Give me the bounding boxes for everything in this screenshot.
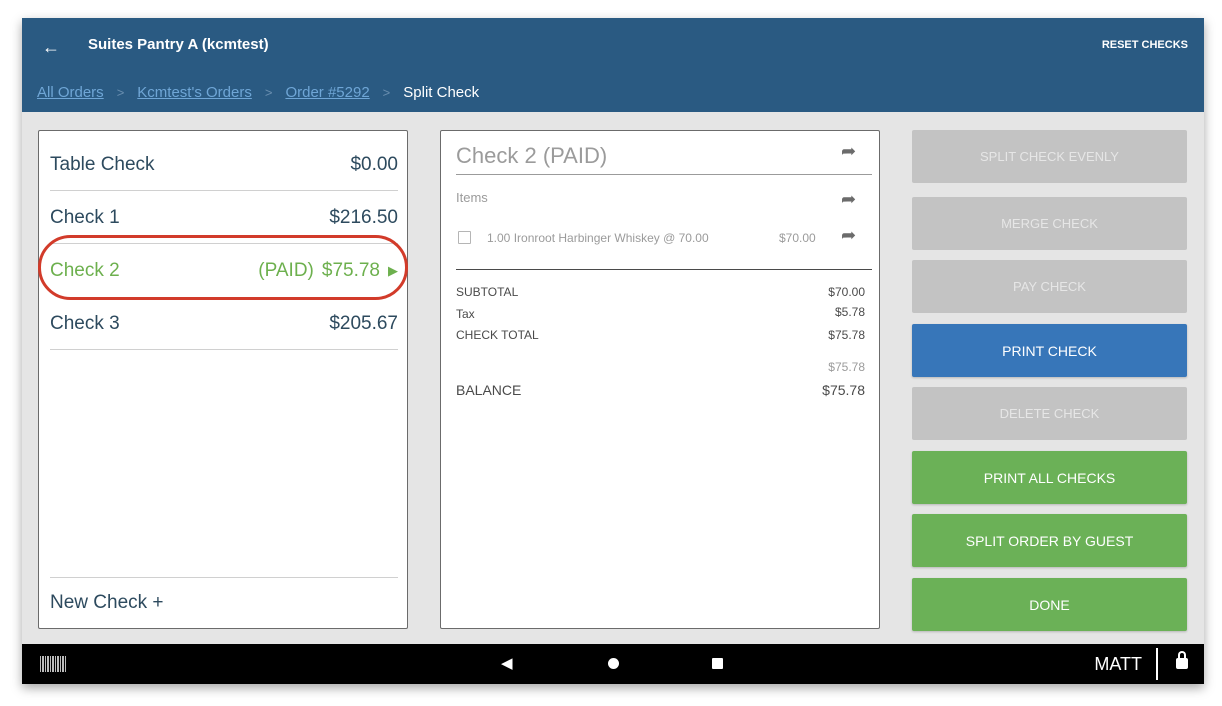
split-check-evenly-button[interactable]: SPLIT CHECK EVENLY: [912, 130, 1187, 183]
breadcrumb: All Orders > Kcmtest's Orders > Order #5…: [37, 84, 479, 101]
user-name: MATT: [1094, 654, 1142, 674]
breadcrumb-separator: >: [264, 85, 273, 100]
check-row-2[interactable]: Check 2 (PAID) $75.78 ▶: [50, 245, 398, 297]
check-amount: $75.78: [321, 260, 380, 281]
delete-check-button[interactable]: DELETE CHECK: [912, 387, 1187, 440]
check-row-table[interactable]: Table Check $0.00: [50, 139, 398, 191]
check-amount: $0.00: [350, 153, 398, 175]
nav-recents-icon[interactable]: [712, 658, 723, 669]
lock-icon[interactable]: [1176, 651, 1188, 669]
breadcrumb-order[interactable]: Order #5292: [285, 84, 369, 101]
share-icon[interactable]: ➦: [841, 189, 856, 210]
divider: [456, 174, 872, 175]
split-order-by-guest-button[interactable]: SPLIT ORDER BY GUEST: [912, 514, 1187, 567]
tax-value: $5.78: [834, 305, 865, 319]
check-list-panel: Table Check $0.00 Check 1 $216.50 Check …: [38, 130, 408, 629]
print-check-button[interactable]: PRINT CHECK: [912, 324, 1187, 377]
share-icon[interactable]: ➦: [841, 225, 856, 246]
pay-check-button[interactable]: PAY CHECK: [912, 260, 1187, 313]
arrow-left-icon[interactable]: ←: [42, 35, 66, 59]
item-checkbox[interactable]: [458, 231, 471, 244]
breadcrumb-all-orders[interactable]: All Orders: [37, 84, 104, 101]
subtotal-value: $70.00: [828, 285, 865, 299]
item-price: $70.00: [779, 231, 816, 245]
check-row-1[interactable]: Check 1 $216.50: [50, 192, 398, 244]
items-label: Items: [456, 190, 488, 205]
check-detail-panel: Check 2 (PAID) ➦ Items ➦ 1.00 Ironroot H…: [440, 130, 880, 629]
check-amount: $216.50: [329, 206, 398, 228]
check-name: Table Check: [50, 153, 155, 175]
breadcrumb-current: Split Check: [403, 84, 480, 101]
subtotal-label: SUBTOTAL: [456, 285, 519, 299]
system-nav-bar: ◀ MATT: [22, 644, 1204, 684]
balance-value: $75.78: [822, 382, 865, 398]
breadcrumb-user-orders[interactable]: Kcmtest's Orders: [137, 84, 252, 101]
breadcrumb-separator: >: [116, 85, 125, 100]
nav-home-icon[interactable]: [608, 658, 619, 669]
new-check-button[interactable]: New Check +: [50, 577, 398, 628]
divider: [456, 269, 872, 270]
merge-check-button[interactable]: MERGE CHECK: [912, 197, 1187, 250]
check-amount-group: (PAID) $75.78 ▶: [258, 260, 398, 282]
balance-label: BALANCE: [456, 382, 522, 398]
barcode-icon[interactable]: [40, 656, 66, 672]
check-name: Check 1: [50, 206, 120, 228]
tax-label: Tax: [456, 307, 475, 321]
breadcrumb-separator: >: [382, 85, 391, 100]
item-description: 1.00 Ironroot Harbinger Whiskey @ 70.00: [487, 231, 709, 245]
paid-amount: $75.78: [828, 360, 865, 374]
check-name: Check 3: [50, 312, 120, 334]
caret-right-icon: ▶: [388, 263, 398, 278]
app-header: ← Suites Pantry A (kcmtest) RESET CHECKS…: [22, 18, 1204, 112]
reset-checks-button[interactable]: RESET CHECKS: [1102, 39, 1188, 51]
share-icon[interactable]: ➦: [841, 141, 856, 162]
done-button[interactable]: DONE: [912, 578, 1187, 631]
check-total-label: CHECK TOTAL: [456, 328, 539, 342]
check-name: Check 2: [50, 260, 120, 281]
nav-back-icon[interactable]: ◀: [501, 654, 513, 672]
tablet-screen: ← Suites Pantry A (kcmtest) RESET CHECKS…: [22, 18, 1204, 684]
divider: [1156, 648, 1158, 680]
check-detail-title: Check 2 (PAID): [456, 143, 608, 168]
app-title: Suites Pantry A (kcmtest): [88, 36, 269, 53]
check-row-3[interactable]: Check 3 $205.67: [50, 298, 398, 350]
print-all-checks-button[interactable]: PRINT ALL CHECKS: [912, 451, 1187, 504]
check-total-value: $75.78: [828, 328, 865, 342]
check-paid-status: (PAID): [258, 260, 314, 281]
check-amount: $205.67: [329, 312, 398, 334]
